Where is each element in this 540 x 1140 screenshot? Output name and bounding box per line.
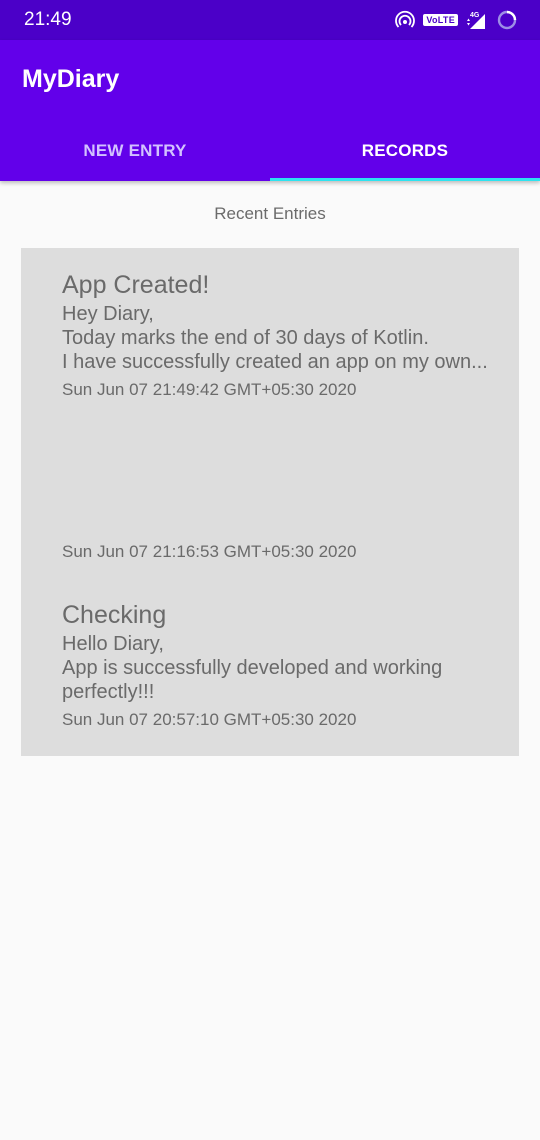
list-item[interactable]: App Created! Hey Diary, Today marks the … xyxy=(62,270,492,400)
entry-body: Hey Diary, Today marks the end of 30 day… xyxy=(62,303,488,373)
entry-body: Hello Diary, App is successfully develop… xyxy=(62,633,443,703)
tab-new-entry-label: NEW ENTRY xyxy=(83,141,187,160)
network-label: 4G xyxy=(470,12,480,19)
signal-icon: 4G xyxy=(466,10,488,30)
entry-title: App Created! xyxy=(62,271,210,299)
tab-bar: NEW ENTRY RECORDS xyxy=(0,121,540,181)
app-bar: MyDiary NEW ENTRY RECORDS xyxy=(0,40,540,181)
hotspot-icon xyxy=(395,10,416,30)
tab-new-entry[interactable]: NEW ENTRY xyxy=(0,121,270,181)
entry-title: Checking xyxy=(62,601,167,629)
list-item[interactable]: Sun Jun 07 21:16:53 GMT+05:30 2020 xyxy=(62,536,492,562)
loading-icon xyxy=(496,9,518,31)
status-bar: 21:49 VoLTE 4G xyxy=(0,0,540,40)
entry-date: Sun Jun 07 21:16:53 GMT+05:30 2020 xyxy=(62,542,357,561)
status-icons: VoLTE 4G xyxy=(395,8,518,32)
list-item[interactable]: Checking Hello Diary, App is successfull… xyxy=(62,600,492,730)
recent-entries-heading: Recent Entries xyxy=(214,204,326,223)
volte-badge: VoLTE xyxy=(423,14,458,26)
app-title: MyDiary xyxy=(22,65,120,93)
entry-date: Sun Jun 07 21:49:42 GMT+05:30 2020 xyxy=(62,380,357,399)
entries-list: App Created! Hey Diary, Today marks the … xyxy=(21,248,519,756)
entry-date: Sun Jun 07 20:57:10 GMT+05:30 2020 xyxy=(62,710,357,729)
tab-records-label: RECORDS xyxy=(361,141,449,160)
tab-records[interactable]: RECORDS xyxy=(270,121,540,181)
tab-indicator xyxy=(270,178,540,181)
status-time: 21:49 xyxy=(24,9,72,30)
